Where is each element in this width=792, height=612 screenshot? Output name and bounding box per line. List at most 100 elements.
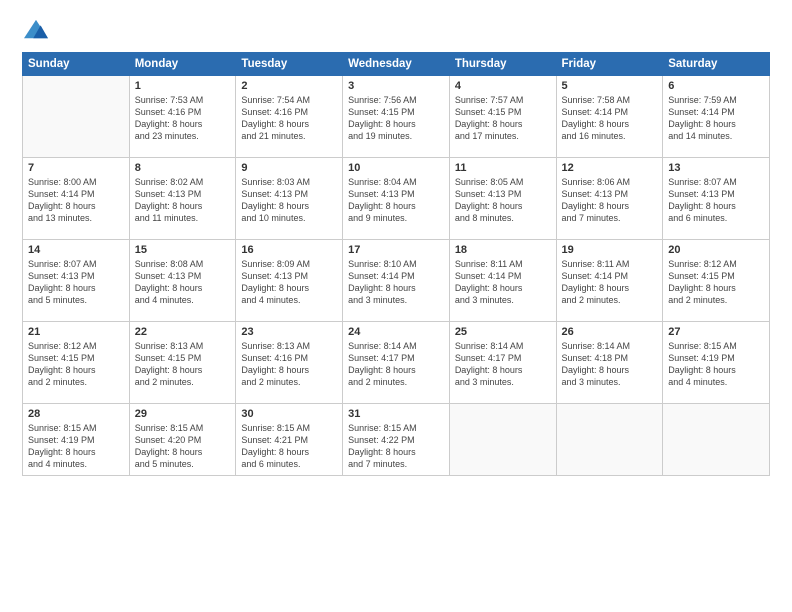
calendar-cell: 19Sunrise: 8:11 AM Sunset: 4:14 PM Dayli… (556, 240, 663, 322)
cell-info: Sunrise: 8:15 AM Sunset: 4:19 PM Dayligh… (668, 340, 764, 389)
header (22, 18, 770, 42)
cell-info: Sunrise: 8:10 AM Sunset: 4:14 PM Dayligh… (348, 258, 444, 307)
calendar-cell (663, 404, 770, 476)
cell-info: Sunrise: 8:13 AM Sunset: 4:15 PM Dayligh… (135, 340, 231, 389)
cell-info: Sunrise: 8:06 AM Sunset: 4:13 PM Dayligh… (562, 176, 658, 225)
day-number: 21 (28, 326, 124, 338)
col-header-friday: Friday (556, 53, 663, 76)
col-header-thursday: Thursday (449, 53, 556, 76)
day-number: 24 (348, 326, 444, 338)
col-header-wednesday: Wednesday (343, 53, 450, 76)
logo (22, 18, 54, 42)
day-number: 25 (455, 326, 551, 338)
calendar-cell: 24 Sunrise: 8:14 AM Sunset: 4:17 PM Dayli… (343, 322, 450, 404)
calendar-cell: 4 Sunrise: 7:57 AM Sunset: 4:15 PM Daylig… (449, 76, 556, 158)
cell-info: Sunrise: 7:56 AM Sunset: 4:15 PM Dayligh… (348, 94, 444, 143)
calendar-row-3: 14Sunrise: 8:07 AM Sunset: 4:13 PM Dayli… (23, 240, 770, 322)
calendar-cell: 12 Sunrise: 8:06 AM Sunset: 4:13 PM Dayli… (556, 158, 663, 240)
day-number: 30 (241, 408, 337, 420)
day-number: 2 (241, 80, 337, 92)
calendar-cell: 1 Sunrise: 7:53 AM Sunset: 4:16 PM Daylig… (129, 76, 236, 158)
calendar-row-2: 7Sunrise: 8:00 AM Sunset: 4:14 PM Daylig… (23, 158, 770, 240)
day-number: 28 (28, 408, 124, 420)
cell-info: Sunrise: 8:08 AM Sunset: 4:13 PM Dayligh… (135, 258, 231, 307)
day-number: 1 (135, 80, 231, 92)
day-number: 8 (135, 162, 231, 174)
calendar-row-4: 21 Sunrise: 8:12 AM Sunset: 4:15 PM Dayli… (23, 322, 770, 404)
calendar-cell: 31 Sunrise: 8:15 AM Sunset: 4:22 PM Dayli… (343, 404, 450, 476)
calendar-cell: 26Sunrise: 8:14 AM Sunset: 4:18 PM Dayli… (556, 322, 663, 404)
day-number: 3 (348, 80, 444, 92)
calendar-cell (556, 404, 663, 476)
calendar-header-row: SundayMondayTuesdayWednesdayThursdayFrid… (23, 53, 770, 76)
cell-info: Sunrise: 7:57 AM Sunset: 4:15 PM Dayligh… (455, 94, 551, 143)
cell-info: Sunrise: 8:14 AM Sunset: 4:17 PM Dayligh… (455, 340, 551, 389)
calendar-cell (449, 404, 556, 476)
cell-info: Sunrise: 8:12 AM Sunset: 4:15 PM Dayligh… (28, 340, 124, 389)
cell-info: Sunrise: 8:03 AM Sunset: 4:13 PM Dayligh… (241, 176, 337, 225)
cell-info: Sunrise: 8:11 AM Sunset: 4:14 PM Dayligh… (455, 258, 551, 307)
calendar-cell: 13Sunrise: 8:07 AM Sunset: 4:13 PM Dayli… (663, 158, 770, 240)
day-number: 26 (562, 326, 658, 338)
day-number: 18 (455, 244, 551, 256)
calendar-cell: 8 Sunrise: 8:02 AM Sunset: 4:13 PM Daylig… (129, 158, 236, 240)
calendar-cell: 29Sunrise: 8:15 AM Sunset: 4:20 PM Dayli… (129, 404, 236, 476)
col-header-saturday: Saturday (663, 53, 770, 76)
cell-info: Sunrise: 7:54 AM Sunset: 4:16 PM Dayligh… (241, 94, 337, 143)
day-number: 4 (455, 80, 551, 92)
calendar-cell: 3 Sunrise: 7:56 AM Sunset: 4:15 PM Daylig… (343, 76, 450, 158)
calendar-row-5: 28Sunrise: 8:15 AM Sunset: 4:19 PM Dayli… (23, 404, 770, 476)
calendar-cell: 17Sunrise: 8:10 AM Sunset: 4:14 PM Dayli… (343, 240, 450, 322)
calendar-cell: 21 Sunrise: 8:12 AM Sunset: 4:15 PM Dayli… (23, 322, 130, 404)
cell-info: Sunrise: 8:15 AM Sunset: 4:22 PM Dayligh… (348, 422, 444, 471)
day-number: 15 (135, 244, 231, 256)
day-number: 27 (668, 326, 764, 338)
calendar-cell: 22 Sunrise: 8:13 AM Sunset: 4:15 PM Dayli… (129, 322, 236, 404)
cell-info: Sunrise: 8:14 AM Sunset: 4:17 PM Dayligh… (348, 340, 444, 389)
calendar-cell (23, 76, 130, 158)
day-number: 11 (455, 162, 551, 174)
day-number: 5 (562, 80, 658, 92)
day-number: 9 (241, 162, 337, 174)
day-number: 20 (668, 244, 764, 256)
cell-info: Sunrise: 8:15 AM Sunset: 4:21 PM Dayligh… (241, 422, 337, 471)
calendar-table: SundayMondayTuesdayWednesdayThursdayFrid… (22, 52, 770, 476)
calendar-cell: 23 Sunrise: 8:13 AM Sunset: 4:16 PM Dayli… (236, 322, 343, 404)
calendar-cell: 6Sunrise: 7:59 AM Sunset: 4:14 PM Daylig… (663, 76, 770, 158)
cell-info: Sunrise: 8:12 AM Sunset: 4:15 PM Dayligh… (668, 258, 764, 307)
day-number: 13 (668, 162, 764, 174)
calendar-cell: 7Sunrise: 8:00 AM Sunset: 4:14 PM Daylig… (23, 158, 130, 240)
cell-info: Sunrise: 8:09 AM Sunset: 4:13 PM Dayligh… (241, 258, 337, 307)
calendar-cell: 28Sunrise: 8:15 AM Sunset: 4:19 PM Dayli… (23, 404, 130, 476)
calendar-cell: 16 Sunrise: 8:09 AM Sunset: 4:13 PM Dayli… (236, 240, 343, 322)
calendar-cell: 20 Sunrise: 8:12 AM Sunset: 4:15 PM Dayli… (663, 240, 770, 322)
page: SundayMondayTuesdayWednesdayThursdayFrid… (0, 0, 792, 612)
day-number: 29 (135, 408, 231, 420)
day-number: 19 (562, 244, 658, 256)
day-number: 23 (241, 326, 337, 338)
calendar-cell: 11Sunrise: 8:05 AM Sunset: 4:13 PM Dayli… (449, 158, 556, 240)
calendar-cell: 2 Sunrise: 7:54 AM Sunset: 4:16 PM Daylig… (236, 76, 343, 158)
day-number: 10 (348, 162, 444, 174)
cell-info: Sunrise: 7:53 AM Sunset: 4:16 PM Dayligh… (135, 94, 231, 143)
cell-info: Sunrise: 7:58 AM Sunset: 4:14 PM Dayligh… (562, 94, 658, 143)
calendar-cell: 25 Sunrise: 8:14 AM Sunset: 4:17 PM Dayli… (449, 322, 556, 404)
calendar-cell: 18 Sunrise: 8:11 AM Sunset: 4:14 PM Dayli… (449, 240, 556, 322)
calendar-cell: 30 Sunrise: 8:15 AM Sunset: 4:21 PM Dayli… (236, 404, 343, 476)
col-header-sunday: Sunday (23, 53, 130, 76)
calendar-cell: 9 Sunrise: 8:03 AM Sunset: 4:13 PM Daylig… (236, 158, 343, 240)
cell-info: Sunrise: 8:02 AM Sunset: 4:13 PM Dayligh… (135, 176, 231, 225)
day-number: 16 (241, 244, 337, 256)
cell-info: Sunrise: 8:13 AM Sunset: 4:16 PM Dayligh… (241, 340, 337, 389)
col-header-monday: Monday (129, 53, 236, 76)
calendar-cell: 10 Sunrise: 8:04 AM Sunset: 4:13 PM Dayli… (343, 158, 450, 240)
day-number: 12 (562, 162, 658, 174)
cell-info: Sunrise: 8:04 AM Sunset: 4:13 PM Dayligh… (348, 176, 444, 225)
day-number: 22 (135, 326, 231, 338)
day-number: 31 (348, 408, 444, 420)
calendar-row-1: 1 Sunrise: 7:53 AM Sunset: 4:16 PM Daylig… (23, 76, 770, 158)
day-number: 6 (668, 80, 764, 92)
logo-icon (22, 18, 50, 42)
calendar-cell: 14Sunrise: 8:07 AM Sunset: 4:13 PM Dayli… (23, 240, 130, 322)
calendar-cell: 15 Sunrise: 8:08 AM Sunset: 4:13 PM Dayli… (129, 240, 236, 322)
